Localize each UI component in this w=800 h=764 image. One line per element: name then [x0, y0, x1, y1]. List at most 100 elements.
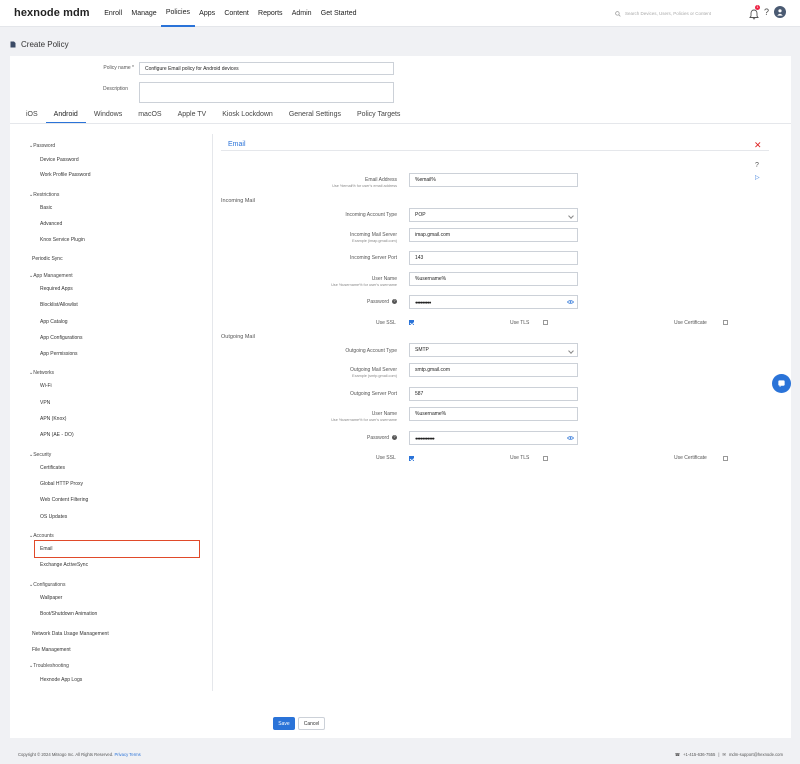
- nav-content[interactable]: Content: [220, 0, 254, 27]
- terms-link[interactable]: Terms: [129, 752, 140, 757]
- document-icon: [10, 41, 16, 47]
- eye-icon[interactable]: [567, 435, 574, 441]
- sidebar-item-blocklist-allowlist[interactable]: Blocklist/Allowlist: [40, 302, 78, 308]
- info-icon[interactable]: ?: [392, 435, 397, 441]
- sidebar-category-accounts[interactable]: ⌄Accounts: [29, 533, 54, 539]
- incoming-mail-server-hint: Example (imap.gmail.com): [352, 239, 397, 243]
- bell-icon: [749, 9, 759, 19]
- tab-ios[interactable]: iOS: [18, 106, 46, 123]
- nav-policies[interactable]: Policies: [161, 0, 195, 27]
- sidebar-item-required-apps[interactable]: Required Apps: [40, 286, 73, 292]
- app-logo[interactable]: hexnode mdm: [14, 7, 90, 19]
- global-search[interactable]: Search Devices, Users, Policies or Conte…: [615, 8, 735, 19]
- outgoing-use-ssl-checkbox[interactable]: [409, 456, 414, 461]
- search-icon: [615, 10, 621, 17]
- sidebar-category-password[interactable]: ⌄Password: [29, 143, 55, 149]
- incoming-use-ssl-checkbox[interactable]: [409, 320, 414, 325]
- incoming-username-input[interactable]: %username%: [409, 272, 578, 286]
- play-icon[interactable]: ▷: [755, 174, 760, 181]
- email-address-input[interactable]: %email%: [409, 173, 578, 187]
- policy-name-input[interactable]: Configure Email policy for Android devic…: [139, 62, 394, 75]
- incoming-server-port-input[interactable]: 143: [409, 251, 578, 265]
- sidebar-category-troubleshooting[interactable]: ⌄Troubleshooting: [29, 663, 69, 669]
- sidebar-item-network-data-usage-management[interactable]: Network Data Usage Management: [32, 631, 109, 637]
- tab-apple-tv[interactable]: Apple TV: [170, 106, 215, 123]
- notification-badge: 1: [754, 4, 760, 10]
- incoming-use-certificate-checkbox[interactable]: [723, 320, 728, 325]
- avatar[interactable]: [774, 6, 786, 18]
- nav-admin[interactable]: Admin: [287, 0, 316, 27]
- sidebar-item-os-updates[interactable]: OS Updates: [40, 514, 67, 520]
- incoming-account-type-select[interactable]: POP: [409, 208, 578, 222]
- sidebar-item-app-configurations[interactable]: App Configurations: [40, 335, 83, 341]
- close-icon[interactable]: ✕: [754, 140, 762, 151]
- nav-get-started[interactable]: Get Started: [316, 0, 361, 27]
- sidebar-category-restrictions[interactable]: ⌄Restrictions: [29, 192, 59, 198]
- sidebar-item-hexnode-app-logs[interactable]: Hexnode App Logs: [40, 677, 82, 683]
- sidebar-item-exchange-activesync[interactable]: Exchange ActiveSync: [40, 562, 88, 568]
- search-placeholder: Search Devices, Users, Policies or Conte…: [625, 11, 712, 16]
- sidebar-item-file-management[interactable]: File Management: [32, 647, 71, 653]
- sidebar-item-certificates[interactable]: Certificates: [40, 465, 65, 471]
- outgoing-mail-server-input[interactable]: smtp.gmail.com: [409, 363, 578, 377]
- tab-divider: [10, 123, 791, 124]
- sidebar-category-networks[interactable]: ⌄Networks: [29, 370, 54, 376]
- cancel-button[interactable]: Cancel: [298, 717, 325, 730]
- sidebar-item-wifi[interactable]: Wi-Fi: [40, 383, 52, 389]
- sidebar-item-web-content-filtering[interactable]: Web Content Filtering: [40, 497, 88, 503]
- sidebar-item-work-profile-password[interactable]: Work Profile Password: [40, 172, 90, 178]
- outgoing-password-input[interactable]: ●●●●●●●●●●●: [409, 431, 578, 445]
- description-input[interactable]: [139, 82, 394, 103]
- privacy-link[interactable]: Privacy: [114, 752, 128, 757]
- tab-macos[interactable]: macOS: [130, 106, 169, 123]
- sidebar-item-apn-knox[interactable]: APN (Knox): [40, 416, 66, 422]
- help-icon[interactable]: ?: [755, 162, 759, 169]
- notifications-button[interactable]: 1: [749, 4, 760, 19]
- sidebar-item-global-http-proxy[interactable]: Global HTTP Proxy: [40, 481, 83, 487]
- incoming-use-tls-label: Use TLS: [510, 320, 530, 326]
- outgoing-server-port-input[interactable]: 587: [409, 387, 578, 401]
- sidebar-item-device-password[interactable]: Device Password: [40, 157, 79, 163]
- tab-android[interactable]: Android: [45, 106, 86, 123]
- tab-general-settings[interactable]: General Settings: [281, 106, 349, 123]
- sidebar-category-security[interactable]: ⌄Security: [29, 452, 51, 458]
- incoming-use-tls-checkbox[interactable]: [543, 320, 548, 325]
- chat-button[interactable]: [772, 374, 791, 393]
- sidebar-category-app-management[interactable]: ⌄App Management: [29, 273, 73, 279]
- tab-windows[interactable]: Windows: [86, 106, 130, 123]
- sidebar-item-boot-shutdown-animation[interactable]: Boot/Shutdown Animation: [40, 611, 97, 617]
- nav-reports[interactable]: Reports: [253, 0, 287, 27]
- incoming-mail-server-label: Incoming Mail Server: [350, 232, 397, 238]
- incoming-password-input[interactable]: ●●●●●●●●●: [409, 295, 578, 309]
- help-icon[interactable]: ?: [764, 7, 769, 17]
- nav-enroll[interactable]: Enroll: [100, 0, 127, 27]
- outgoing-use-tls-checkbox[interactable]: [543, 456, 548, 461]
- tab-kiosk-lockdown[interactable]: Kiosk Lockdown: [214, 106, 281, 123]
- description-label: Description: [102, 86, 128, 92]
- eye-icon[interactable]: [567, 299, 574, 305]
- outgoing-use-certificate-checkbox[interactable]: [723, 456, 728, 461]
- outgoing-mail-heading: Outgoing Mail: [221, 334, 255, 340]
- sidebar-item-apn-ae-do[interactable]: APN (AE - DO): [40, 432, 74, 438]
- sidebar-item-app-permissions[interactable]: App Permissions: [40, 351, 78, 357]
- sidebar-category-configurations[interactable]: ⌄Configurations: [29, 582, 65, 588]
- sidebar-item-vpn[interactable]: VPN: [40, 400, 50, 406]
- outgoing-account-type-select[interactable]: SMTP: [409, 343, 578, 357]
- save-button[interactable]: Save: [273, 717, 295, 730]
- sidebar-item-email[interactable]: Email: [40, 546, 53, 552]
- info-icon[interactable]: ?: [392, 299, 397, 305]
- nav-apps[interactable]: Apps: [195, 0, 220, 27]
- sidebar-item-advanced[interactable]: Advanced: [40, 221, 62, 227]
- tab-policy-targets[interactable]: Policy Targets: [349, 106, 408, 123]
- outgoing-username-input[interactable]: %username%: [409, 407, 578, 421]
- incoming-mail-server-input[interactable]: imap.gmail.com: [409, 228, 578, 242]
- sidebar-item-periodic-sync[interactable]: Periodic Sync: [32, 256, 63, 262]
- footer-support-email[interactable]: mdm-support@hexnode.com: [729, 752, 783, 757]
- sidebar-item-basic[interactable]: Basic: [40, 205, 52, 211]
- footer-contact: ☎ +1-415-636-7555 | ✉ mdm-support@hexnod…: [675, 752, 783, 757]
- nav-manage[interactable]: Manage: [127, 0, 161, 27]
- sidebar-item-wallpaper[interactable]: Wallpaper: [40, 595, 62, 601]
- top-navbar: hexnode mdm Enroll Manage Policies Apps …: [0, 0, 800, 27]
- sidebar-item-app-catalog[interactable]: App Catalog: [40, 319, 68, 325]
- sidebar-item-knox-service-plugin[interactable]: Knox Service Plugin: [40, 237, 85, 243]
